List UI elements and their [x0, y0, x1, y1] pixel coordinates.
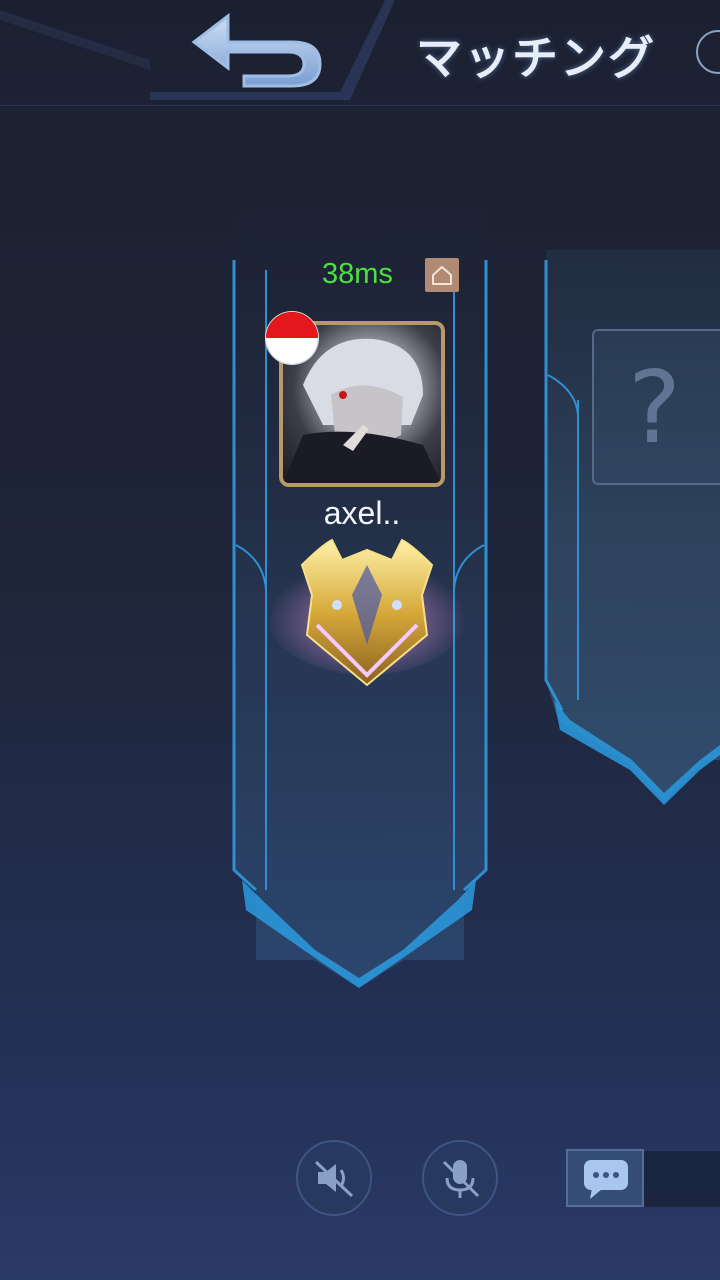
indonesia-flag-icon: [265, 311, 319, 365]
player-name: axel..: [323, 495, 401, 531]
chat-input-bar[interactable]: [644, 1151, 720, 1207]
question-mark: ?: [628, 349, 682, 466]
speaker-muted-icon: [314, 1160, 354, 1198]
empty-slot-placeholder: ?: [592, 329, 720, 485]
back-button[interactable]: [188, 12, 328, 92]
speaker-mute-button[interactable]: [296, 1140, 372, 1216]
back-arrow-icon: [191, 12, 322, 88]
rank-badge-icon: [262, 535, 472, 700]
empty-slot: [540, 240, 720, 820]
mic-muted-icon: [442, 1160, 480, 1198]
page-title: マッチング: [416, 31, 656, 85]
chat-icon: [584, 1160, 628, 1199]
chat-button[interactable]: [566, 1149, 644, 1207]
ping-value: 38ms: [322, 258, 393, 290]
home-icon: [425, 258, 459, 292]
mic-mute-button[interactable]: [422, 1140, 498, 1216]
